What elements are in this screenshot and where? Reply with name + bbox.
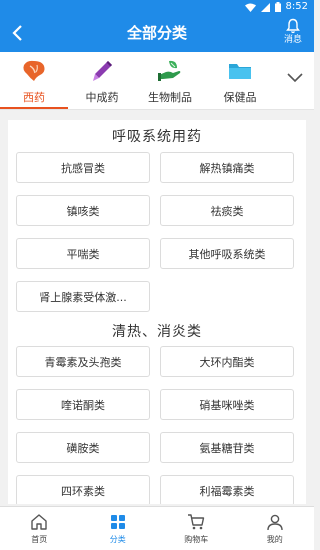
section-title: 清热、消炎类 [112,324,202,340]
tab-label: 保健品 [223,91,257,104]
title-bar: 全部分类 消息 [0,14,314,52]
cart-icon [188,514,205,530]
category-item[interactable]: 镇咳类 [16,195,150,226]
category-item[interactable]: 青霉素及头孢类 [16,346,150,377]
tab-biological-products[interactable]: 生物制品 [142,52,198,110]
nav-category[interactable]: 分类 [79,507,158,550]
nav-mine[interactable]: 我的 [236,507,315,550]
tab-chinese-medicine[interactable]: 中成药 [76,52,128,110]
category-item[interactable]: 大环内酯类 [160,346,294,377]
category-item[interactable]: 硝基咪唑类 [160,389,294,420]
message-button[interactable]: 消息 [278,18,308,50]
bottom-nav: 首页 分类 购物车 我的 [0,506,314,550]
user-icon [267,514,283,531]
category-item[interactable]: 喹诺酮类 [16,389,150,420]
tab-health-products[interactable]: 保健品 [216,52,264,110]
category-tabs: 西药 中成药 生物制品 保健品 [0,52,314,110]
pen-medicine-icon [89,58,115,84]
hand-leaf-icon [157,58,183,84]
category-item[interactable]: 祛痰类 [160,195,294,226]
chevron-down-icon [287,73,303,83]
category-item[interactable]: 平喘类 [16,238,150,269]
nav-home[interactable]: 首页 [0,507,79,550]
nav-label: 首页 [31,535,48,544]
category-item[interactable]: 四环素类 [16,475,150,504]
status-time: 8:52 [285,1,308,12]
signal-icon [260,2,270,12]
bell-icon [286,18,300,34]
message-label: 消息 [283,35,302,45]
tab-label: 生物制品 [148,91,192,104]
section-title: 呼吸系统用药 [112,129,202,145]
category-item[interactable]: 解热镇痛类 [160,152,294,183]
page-title: 全部分类 [126,24,187,42]
tab-label: 中成药 [85,91,119,104]
home-icon [31,514,47,530]
category-item[interactable]: 肾上腺素受体激... [16,281,150,312]
expand-categories-button[interactable] [284,66,306,88]
status-bar: 8:52 [0,0,314,14]
category-item[interactable]: 其他呼吸系统类 [160,238,294,269]
liver-organ-icon [21,58,47,84]
category-item[interactable]: 利福霉素类 [160,475,294,504]
battery-icon [274,2,281,12]
category-item[interactable]: 磺胺类 [16,432,150,463]
active-tab-indicator [0,107,68,109]
folder-health-icon [227,58,253,84]
category-item[interactable]: 抗感冒类 [16,152,150,183]
nav-label: 我的 [266,535,283,544]
category-item[interactable]: 氨基糖苷类 [160,432,294,463]
category-list: 呼吸系统用药 抗感冒类 解热镇痛类 镇咳类 祛痰类 平喘类 其他呼吸系统类 肾上… [8,120,306,504]
nav-label: 购物车 [184,535,209,544]
tab-label: 西药 [23,91,45,104]
nav-label: 分类 [109,535,126,544]
grid-icon [110,515,125,529]
tab-western-medicine[interactable]: 西药 [8,52,60,110]
wifi-icon [244,3,256,12]
nav-cart[interactable]: 购物车 [157,507,236,550]
